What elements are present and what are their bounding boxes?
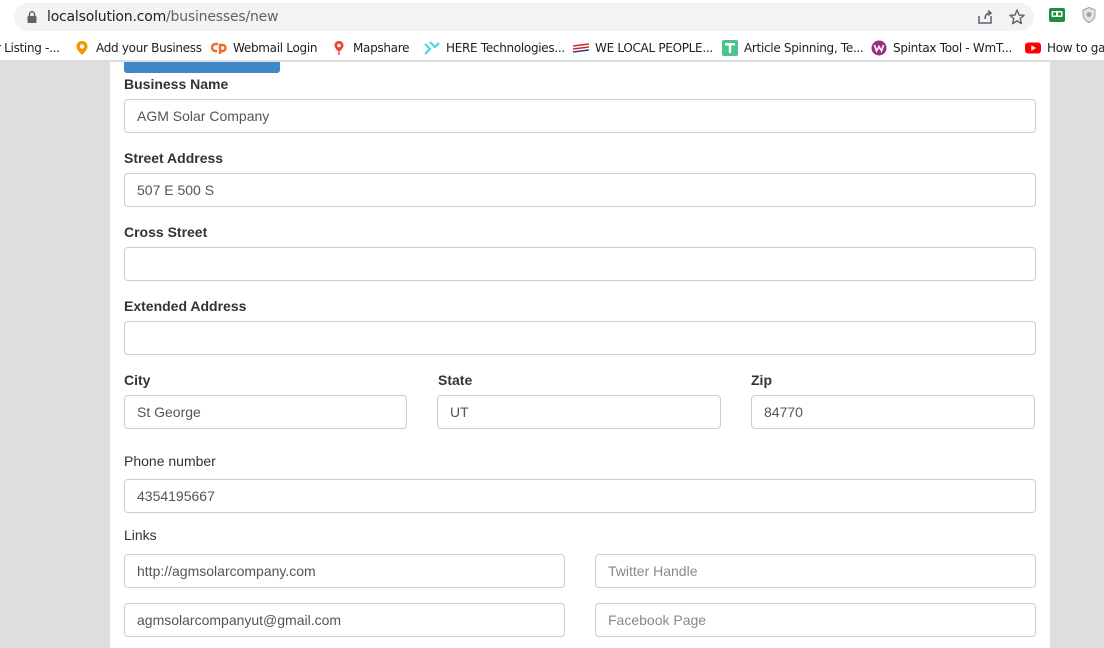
state-input[interactable] bbox=[437, 395, 721, 429]
bookmark-article-spinning[interactable]: Article Spinning, Te... bbox=[722, 39, 864, 57]
w-circle-icon bbox=[871, 40, 887, 56]
zip-label: Zip bbox=[751, 372, 772, 388]
bookmark-label: WE LOCAL PEOPLE... bbox=[595, 41, 713, 55]
url-text[interactable]: localsolution.com/businesses/new bbox=[47, 9, 279, 25]
bookmark-label: Webmail Login bbox=[233, 41, 318, 55]
state-label: State bbox=[438, 372, 473, 388]
pin-badge-icon bbox=[76, 41, 88, 55]
zip-input[interactable] bbox=[751, 395, 1035, 429]
address-bar[interactable]: localsolution.com/businesses/new bbox=[14, 3, 1034, 31]
bookmark-label: Article Spinning, Te... bbox=[744, 41, 864, 55]
bookmark-youtube[interactable]: How to ga bbox=[1025, 39, 1104, 57]
bookmark-label: r Listing -... bbox=[0, 41, 60, 55]
business-name-input[interactable] bbox=[124, 99, 1036, 133]
bookmark-label: How to ga bbox=[1047, 41, 1104, 55]
t-icon bbox=[722, 40, 738, 56]
here-icon bbox=[424, 41, 440, 55]
share-icon[interactable] bbox=[976, 8, 994, 26]
stripes-icon bbox=[573, 43, 589, 53]
business-name-label: Business Name bbox=[124, 76, 229, 92]
city-input[interactable] bbox=[124, 395, 407, 429]
bookmark-we-local-people[interactable]: WE LOCAL PEOPLE... bbox=[573, 39, 713, 57]
extended-address-label: Extended Address bbox=[124, 298, 247, 314]
bookmark-label: Add your Business bbox=[96, 41, 202, 55]
browser-toolbar: localsolution.com/businesses/new bbox=[0, 0, 1104, 34]
cross-street-input[interactable] bbox=[124, 247, 1036, 281]
bookmark-listing[interactable]: r Listing -... bbox=[0, 39, 60, 57]
shield-icon[interactable] bbox=[1080, 6, 1098, 24]
street-address-label: Street Address bbox=[124, 150, 224, 166]
accent-tab[interactable] bbox=[124, 62, 280, 73]
bookmark-mapshare[interactable]: Mapshare bbox=[331, 39, 410, 57]
street-address-input[interactable] bbox=[124, 173, 1036, 207]
url-domain: localsolution.com bbox=[47, 9, 167, 25]
cpanel-icon bbox=[211, 42, 227, 54]
bookmarks-bar: r Listing -... Add your Business Webmail… bbox=[0, 34, 1104, 61]
star-icon[interactable] bbox=[1008, 8, 1026, 26]
extended-address-input[interactable] bbox=[124, 321, 1036, 355]
phone-input[interactable] bbox=[124, 479, 1036, 513]
phone-label: Phone number bbox=[124, 453, 216, 469]
bookmark-spintax-tool[interactable]: Spintax Tool - WmT... bbox=[871, 39, 1012, 57]
map-pin-icon bbox=[334, 41, 344, 55]
bookmark-here[interactable]: HERE Technologies... bbox=[424, 39, 565, 57]
email-input[interactable] bbox=[124, 603, 565, 637]
facebook-page-input[interactable] bbox=[595, 603, 1036, 637]
youtube-icon bbox=[1025, 42, 1041, 54]
bookmark-label: Mapshare bbox=[353, 41, 410, 55]
bookmark-label: Spintax Tool - WmT... bbox=[893, 41, 1013, 55]
lock-icon[interactable] bbox=[25, 10, 39, 24]
url-path: /businesses/new bbox=[166, 9, 279, 25]
twitter-handle-input[interactable] bbox=[595, 554, 1036, 588]
bookmark-webmail[interactable]: Webmail Login bbox=[211, 39, 317, 57]
extension-green-icon[interactable] bbox=[1048, 6, 1066, 24]
bookmark-add-business[interactable]: Add your Business bbox=[74, 39, 202, 57]
city-label: City bbox=[124, 372, 151, 388]
website-input[interactable] bbox=[124, 554, 565, 588]
links-label: Links bbox=[124, 527, 157, 543]
bookmark-label: HERE Technologies... bbox=[446, 41, 565, 55]
cross-street-label: Cross Street bbox=[124, 224, 208, 240]
